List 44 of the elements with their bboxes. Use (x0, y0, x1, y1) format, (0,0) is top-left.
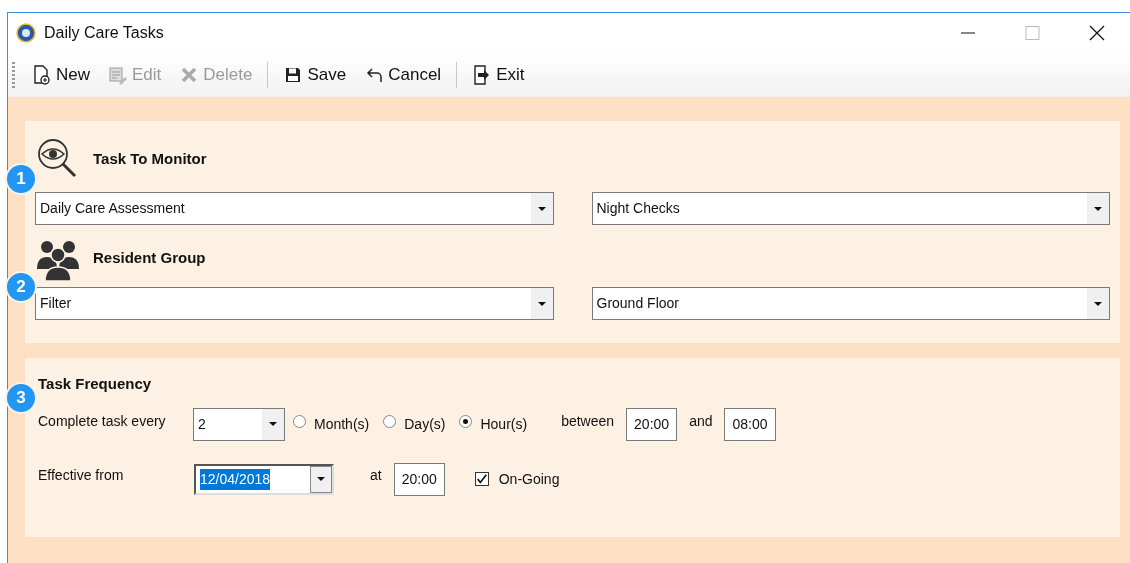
edit-icon (108, 65, 128, 85)
dropdown[interactable]: Filter (35, 287, 554, 320)
dropdown[interactable]: Daily Care Assessment (35, 192, 554, 225)
step-badge: 3 (5, 382, 37, 414)
section-title: Resident Group (93, 247, 206, 268)
section-title: Task Frequency (38, 374, 153, 394)
time-field[interactable]: 08:00 (724, 407, 776, 441)
field-label: between (561, 411, 615, 431)
toolbar-button[interactable]: Save (274, 62, 356, 88)
toolbar-button[interactable]: Exit (463, 62, 534, 88)
radio-button[interactable] (293, 414, 306, 428)
section-title: Task To Monitor (93, 148, 207, 169)
checkbox[interactable] (474, 472, 489, 486)
step-badge: 2 (5, 271, 37, 303)
toolbar-button[interactable]: Cancel (355, 62, 451, 88)
time-field[interactable]: 20:00 (393, 462, 445, 496)
check-icon (475, 473, 488, 485)
window-title: Daily Care Tasks (44, 23, 164, 43)
dropdown[interactable]: Ground Floor (591, 287, 1110, 320)
radio-label: Month(s) (314, 414, 370, 434)
field-label: Complete task every (38, 411, 167, 431)
date-dropdown[interactable]: 12/04/2018 (194, 463, 334, 495)
dropdown[interactable]: Night Checks (591, 192, 1110, 225)
number-dropdown[interactable]: 2 (193, 407, 285, 441)
dropdown-arrow-icon (537, 206, 546, 211)
radio-label: Day(s) (404, 414, 446, 434)
radio-button[interactable] (459, 414, 473, 428)
undo-arrow-icon (364, 65, 385, 85)
field-label: and (689, 411, 713, 431)
dropdown-arrow-icon (1094, 206, 1102, 211)
new-document-icon (32, 65, 52, 85)
dropdown-arrow-icon (269, 422, 277, 426)
radio-label: Hour(s) (480, 414, 528, 434)
field-label: Effective from (38, 465, 125, 485)
dropdown-arrow-icon (537, 301, 546, 306)
app-icon (16, 23, 36, 43)
dropdown-arrow-icon (317, 477, 325, 481)
step-badge: 1 (5, 163, 37, 195)
toolbar-button[interactable]: New (23, 62, 99, 88)
time-field[interactable]: 20:00 (626, 407, 678, 441)
checkbox-label: On-Going (498, 469, 560, 489)
radio-button[interactable] (383, 414, 397, 428)
field-label: at (370, 465, 382, 485)
dropdown-arrow-icon (1094, 301, 1102, 306)
